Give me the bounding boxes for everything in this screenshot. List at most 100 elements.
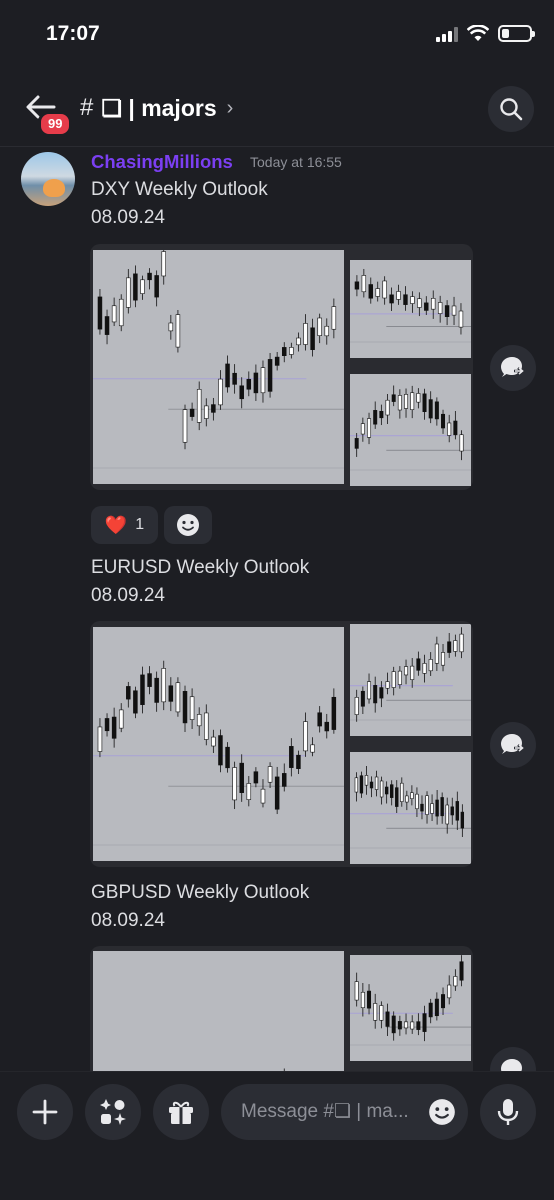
share-icon (501, 357, 524, 377)
emoji-button[interactable] (428, 1098, 456, 1131)
chart-image-gbpusd-daily[interactable] (350, 955, 471, 1061)
candle-body (239, 385, 244, 400)
candle-body (359, 775, 364, 794)
candle-body (397, 395, 402, 411)
candle-body (218, 735, 223, 766)
candle-body (154, 275, 159, 298)
candle-body (405, 795, 409, 803)
candle-body (260, 788, 266, 804)
status-icons (436, 25, 535, 42)
message-timestamp: Today at 16:55 (250, 154, 342, 170)
candle-body (331, 306, 337, 330)
heart-reaction[interactable]: ❤️ 1 (91, 506, 158, 544)
candle-body (360, 423, 365, 435)
candle-body (455, 801, 459, 821)
candle-body (396, 291, 401, 300)
candle-body (410, 392, 415, 410)
candle-body (434, 401, 439, 420)
candle-body (447, 641, 452, 653)
channel-header: 99 # ❏ | majors › (0, 78, 554, 140)
candle-body (253, 771, 259, 784)
candle-body (168, 322, 174, 332)
candle-body (168, 685, 174, 702)
candle-body (375, 288, 380, 297)
candle-body (274, 776, 280, 810)
candle-body (397, 670, 402, 685)
candle-body (140, 674, 145, 705)
candle-body (410, 1021, 415, 1030)
candle-body (435, 799, 439, 817)
post-title: GBPUSD Weekly Outlook (91, 882, 310, 903)
search-button[interactable] (488, 86, 534, 132)
unread-badge: 99 (38, 111, 73, 137)
avatar[interactable] (21, 152, 75, 206)
candle-body (404, 394, 409, 409)
candle-body (444, 305, 450, 318)
candle-body (246, 783, 252, 800)
candle-body (459, 961, 464, 981)
chart-image-eurusd-4h[interactable] (350, 752, 471, 864)
search-icon (500, 98, 523, 121)
candle-body (360, 690, 365, 707)
candle-body (385, 1011, 390, 1027)
candle-body (373, 685, 378, 704)
apps-button[interactable] (85, 1084, 141, 1140)
username[interactable]: ChasingMillions (91, 151, 233, 173)
message-composer (0, 1071, 554, 1200)
candle-body (310, 744, 315, 753)
candle-body (126, 277, 131, 308)
candle-body (415, 793, 419, 810)
chart-image-dxy-weekly[interactable] (93, 250, 344, 484)
candle-body (417, 298, 422, 308)
candle-body (425, 795, 429, 815)
candle-body (133, 690, 138, 714)
candle-body (161, 668, 166, 703)
share-button[interactable] (490, 345, 536, 391)
post-date: 08.09.24 (91, 207, 165, 228)
smiley-icon (177, 514, 199, 536)
candle-body (97, 726, 103, 752)
candle-body (310, 327, 315, 350)
candle-body (253, 372, 259, 394)
heart-count: 1 (135, 516, 145, 533)
candle-body (367, 418, 372, 438)
message-input[interactable] (241, 1084, 421, 1140)
candle-body (354, 438, 359, 449)
header-divider (0, 146, 554, 147)
candle-body (361, 275, 367, 293)
chart-image-eurusd-daily[interactable] (350, 624, 471, 736)
candle-body (431, 298, 436, 310)
candle-body (422, 663, 427, 674)
share-button[interactable] (490, 722, 536, 768)
chart-image-dxy-4h[interactable] (350, 374, 471, 486)
add-attachment-button[interactable] (17, 1084, 73, 1140)
wifi-icon (467, 25, 489, 41)
candle-body (354, 777, 359, 793)
candle-body (246, 378, 252, 390)
candle-body (274, 356, 280, 366)
candle-body (404, 666, 409, 676)
candle-body (281, 347, 287, 357)
candle-body (400, 782, 404, 802)
voice-message-button[interactable] (480, 1084, 536, 1140)
gift-button[interactable] (153, 1084, 209, 1140)
chart-image-dxy-daily[interactable] (350, 260, 471, 358)
channel-title[interactable]: # ❏ | majors › (80, 94, 233, 122)
candle-body (232, 372, 237, 385)
candle-body (118, 709, 124, 729)
candle-body (189, 696, 195, 720)
candle-body (410, 296, 415, 304)
candle-body (111, 305, 117, 323)
status-bar: 17:07 (0, 0, 554, 70)
candle-body (447, 422, 452, 436)
share-icon (501, 734, 524, 754)
candle-body (440, 797, 444, 817)
candle-body (232, 767, 237, 801)
candle-body (147, 272, 152, 281)
candle-body (225, 746, 230, 769)
candle-body (189, 408, 195, 417)
add-reaction-button[interactable] (164, 506, 212, 544)
candle-body (354, 697, 359, 715)
gift-icon (169, 1101, 193, 1124)
chart-image-eurusd-weekly[interactable] (93, 627, 344, 861)
